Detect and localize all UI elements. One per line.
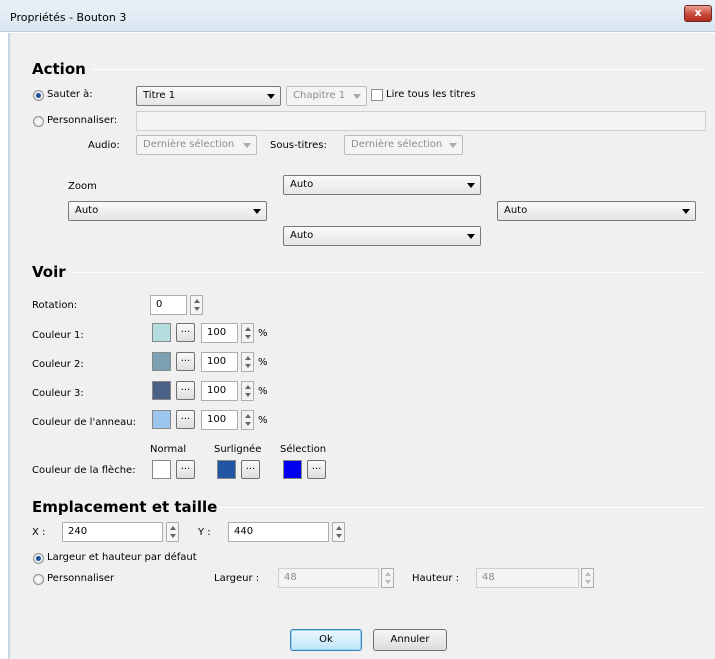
sauter-label: Sauter à: [47,89,93,100]
audio-select[interactable]: Dernière sélection [136,135,257,155]
chevron-down-icon [467,183,475,188]
fleche-normal-swatch [152,460,171,479]
couleur3-opacity-input[interactable]: 100 [201,381,238,401]
couleur-anneau-pick-button[interactable]: ... [176,410,195,429]
percent-sign: % [258,386,268,397]
couleur2-swatch [152,352,171,371]
section-divider [92,69,706,70]
rotation-input[interactable]: 0 [150,295,187,315]
section-divider [218,507,706,508]
couleur3-stepper[interactable] [241,381,254,401]
zoom-left-select[interactable]: Auto [68,201,267,221]
couleur1-label: Couleur 1: [32,330,84,341]
percent-sign: % [258,328,268,339]
couleur1-swatch [152,323,171,342]
fleche-selection-swatch [283,460,302,479]
cancel-button[interactable]: Annuler [373,629,447,651]
chevron-down-icon [253,209,261,214]
zoom-top-select[interactable]: Auto [283,175,481,195]
default-size-radio[interactable] [33,553,44,564]
percent-sign: % [258,415,268,426]
zoom-label: Zoom [68,181,97,192]
y-input[interactable]: 440 [228,522,329,542]
hauteur-stepper[interactable] [581,568,594,588]
fleche-label: Couleur de la flèche: [32,465,136,476]
couleur1-stepper[interactable] [241,323,254,343]
chevron-down-icon [243,143,251,148]
percent-sign: % [258,357,268,368]
fleche-selection-pick-button[interactable]: ... [307,460,326,479]
rotation-label: Rotation: [32,300,78,311]
lire-tous-label: Lire tous les titres [386,89,476,100]
y-stepper[interactable] [332,522,345,542]
fleche-normal-pick-button[interactable]: ... [176,460,195,479]
personnaliser-input[interactable] [136,111,706,131]
normal-label: Normal [150,444,187,455]
chevron-down-icon [267,94,275,99]
hauteur-input[interactable]: 48 [476,568,579,588]
window-title: Propriétés - Bouton 3 [10,11,127,24]
fleche-surlignee-swatch [217,460,236,479]
personnaliser-label: Personnaliser: [47,115,118,126]
section-emplacement-heading: Emplacement et taille [32,498,218,516]
largeur-stepper[interactable] [381,568,394,588]
personnaliser-radio[interactable] [33,116,44,127]
close-icon: x [694,6,702,19]
section-divider [74,272,706,273]
rotation-stepper[interactable] [190,295,203,315]
couleur3-pick-button[interactable]: ... [176,381,195,400]
couleur2-pick-button[interactable]: ... [176,352,195,371]
couleur1-pick-button[interactable]: ... [176,323,195,342]
couleur3-swatch [152,381,171,400]
couleur1-opacity-input[interactable]: 100 [201,323,238,343]
surlignee-label: Surlignée [214,444,262,455]
x-input[interactable]: 240 [62,522,163,542]
lire-tous-checkbox[interactable] [371,89,383,101]
selection-label: Sélection [280,444,327,455]
chevron-down-icon [449,143,457,148]
couleur3-label: Couleur 3: [32,388,84,399]
zoom-right-select[interactable]: Auto [497,201,696,221]
couleur-anneau-stepper[interactable] [241,410,254,430]
sauter-radio[interactable] [33,90,44,101]
close-button[interactable]: x [684,5,712,22]
x-stepper[interactable] [166,522,179,542]
titre-select[interactable]: Titre 1 [136,86,281,106]
x-label: X : [32,527,46,538]
title-bar: Propriétés - Bouton 3 x [0,0,715,32]
default-size-label: Largeur et hauteur par défaut [47,552,197,563]
couleur2-stepper[interactable] [241,352,254,372]
fleche-surlignee-pick-button[interactable]: ... [241,460,260,479]
custom-size-radio[interactable] [33,574,44,585]
chapitre-select[interactable]: Chapitre 1 [286,86,367,106]
custom-size-label: Personnaliser [47,573,115,584]
soustitres-label: Sous-titres: [270,140,327,151]
section-action-heading: Action [32,60,86,78]
couleur2-label: Couleur 2: [32,359,84,370]
largeur-input[interactable]: 48 [278,568,379,588]
chevron-down-icon [467,234,475,239]
hauteur-label: Hauteur : [412,573,460,584]
couleur2-opacity-input[interactable]: 100 [201,352,238,372]
chevron-down-icon [682,209,690,214]
ok-button[interactable]: Ok [290,629,362,651]
chevron-down-icon [353,94,361,99]
section-voir-heading: Voir [32,263,66,281]
y-label: Y : [198,527,211,538]
couleur-anneau-opacity-input[interactable]: 100 [201,410,238,430]
soustitres-select[interactable]: Dernière sélection [344,135,463,155]
largeur-label: Largeur : [214,573,260,584]
couleur-anneau-swatch [152,410,171,429]
zoom-bottom-select[interactable]: Auto [283,226,481,246]
couleur-anneau-label: Couleur de l'anneau: [32,417,136,428]
audio-label: Audio: [88,140,120,151]
